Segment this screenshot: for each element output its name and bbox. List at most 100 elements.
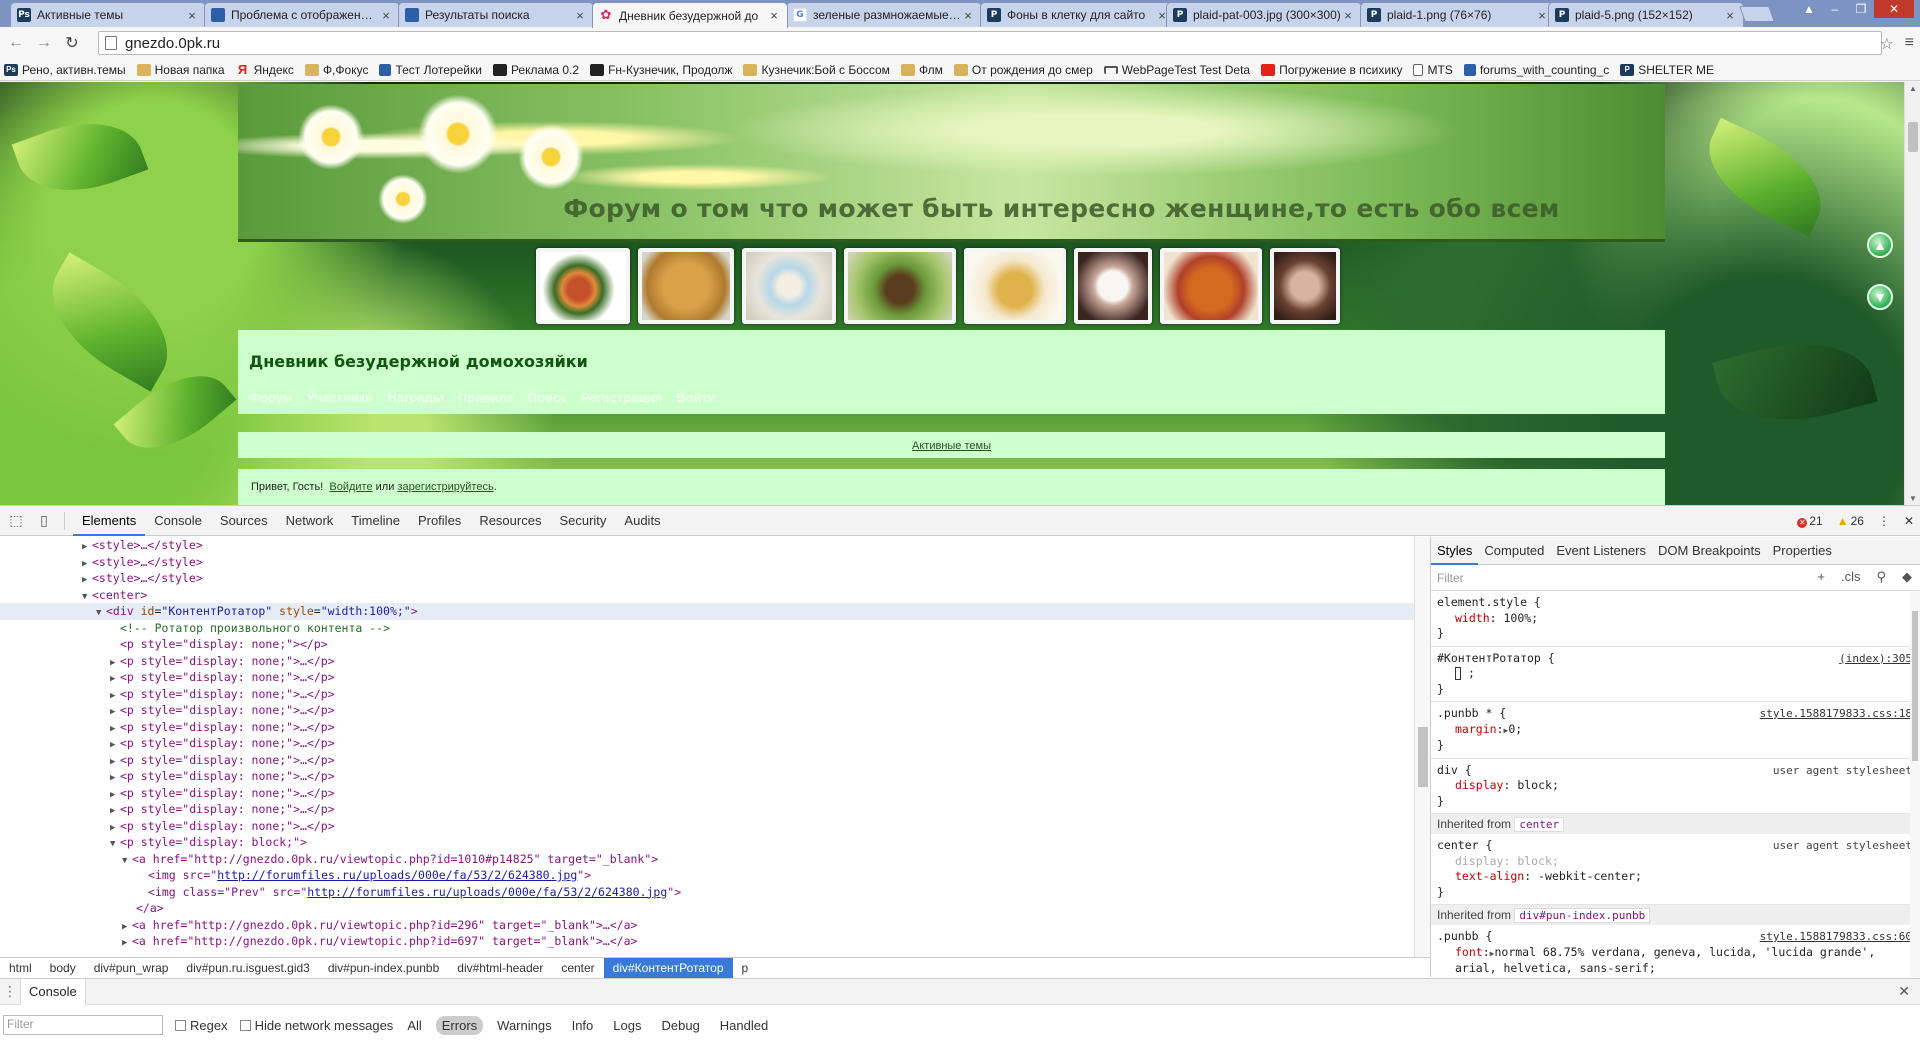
nav-members[interactable]: Участники: [306, 390, 373, 405]
tab-audits[interactable]: Audits: [615, 506, 669, 536]
window-close-icon[interactable]: ✕: [1874, 0, 1914, 18]
tab-plaid-backgrounds[interactable]: P Фоны в клетку для сайто ×: [980, 2, 1176, 27]
crumb-html[interactable]: html: [0, 958, 41, 978]
food-thumbnail[interactable]: [1270, 248, 1340, 324]
tab-computed[interactable]: Computed: [1478, 537, 1550, 565]
bookmark-grasshopper[interactable]: Fн-Кузнечик, Продолж: [590, 63, 732, 77]
dom-node[interactable]: ▶ <p style="display: none;">…</p>: [0, 785, 1430, 802]
bookmark-psyche[interactable]: Погружение в психику: [1261, 63, 1402, 77]
rule-punbb[interactable]: style.1588179833.css:60 .punbb { font:▶n…: [1431, 925, 1920, 977]
food-thumbnail[interactable]: [742, 248, 836, 324]
dom-node[interactable]: ▶ <p style="display: none;">…</p>: [0, 818, 1430, 835]
dom-node[interactable]: ▶ <a href="http://gnezdo.0pk.ru/viewtopic…: [0, 933, 1430, 950]
level-all[interactable]: All: [401, 1016, 427, 1035]
crumb-pun-index[interactable]: div#pun-index.punbb: [319, 958, 448, 978]
scroll-up-arrow-icon[interactable]: ▲: [1867, 232, 1893, 258]
active-topics-link[interactable]: Активные темы: [912, 440, 991, 452]
tab-housewife-diary[interactable]: ✿ Дневник безудержной до ×: [592, 2, 788, 28]
styles-scrollbar[interactable]: [1910, 591, 1920, 977]
food-thumbnail[interactable]: [1160, 248, 1262, 324]
dom-node[interactable]: ▶ <p style="display: none;">…</p>: [0, 719, 1430, 736]
dom-node[interactable]: ▼ <a href="http://gnezdo.0pk.ru/viewtopic…: [0, 851, 1430, 868]
crumb-p[interactable]: p: [733, 958, 758, 978]
tab-console[interactable]: Console: [145, 506, 211, 536]
css-property[interactable]: font:▶normal 68.75% verdana, geneva, luc…: [1437, 945, 1912, 977]
reload-icon[interactable]: ↻: [60, 31, 84, 55]
drawer-tab-console[interactable]: Console: [20, 978, 86, 1005]
pin-icon[interactable]: ⚲: [1876, 569, 1886, 585]
crumb-pun-wrap[interactable]: div#pun_wrap: [85, 958, 178, 978]
register-link[interactable]: зарегистрируйтесь: [397, 481, 493, 493]
tab-styles[interactable]: Styles: [1431, 537, 1479, 565]
drawer-menu-icon[interactable]: ⋮: [0, 983, 20, 1000]
devtools-close-icon[interactable]: ✕: [1904, 514, 1914, 528]
tab-google-search[interactable]: G зеленые размножаемые ф ×: [786, 2, 982, 27]
inspect-element-icon[interactable]: ⬚: [4, 509, 28, 533]
cls-toggle[interactable]: .cls: [1841, 569, 1861, 585]
crumb-body[interactable]: body: [41, 958, 85, 978]
close-icon[interactable]: ×: [961, 8, 975, 23]
food-thumbnail[interactable]: [638, 248, 734, 324]
close-icon[interactable]: ×: [1535, 8, 1549, 23]
dom-node[interactable]: ▶ <a href="http://gnezdo.0pk.ru/viewtopic…: [0, 917, 1430, 934]
bookmark-mts[interactable]: MTS: [1413, 63, 1453, 77]
bookmark-webpagetest[interactable]: WebPageTest Test Deta: [1103, 63, 1250, 77]
minimize-icon[interactable]: –: [1822, 0, 1848, 18]
level-warnings[interactable]: Warnings: [491, 1016, 557, 1035]
inherited-node-chip[interactable]: div#pun-index.punbb: [1514, 908, 1651, 923]
tab-plaid-5[interactable]: P plaid-5.png (152×152) ×: [1548, 2, 1744, 27]
bookmark-shelter-me[interactable]: P SHELTER ME: [1620, 63, 1714, 77]
food-thumbnail[interactable]: [964, 248, 1066, 324]
user-icon[interactable]: ▲: [1796, 0, 1822, 18]
drawer-close-icon[interactable]: ✕: [1898, 983, 1910, 1000]
device-mode-icon[interactable]: ▯: [32, 509, 56, 533]
checkbox-box[interactable]: [175, 1019, 186, 1031]
error-count[interactable]: ✕ 21: [1797, 514, 1823, 528]
tab-timeline[interactable]: Timeline: [342, 506, 409, 536]
tab-search-results[interactable]: Результаты поиска ×: [398, 2, 594, 27]
nav-forum[interactable]: Форум: [249, 390, 292, 405]
tab-sources[interactable]: Sources: [211, 506, 277, 536]
nav-register[interactable]: Регистрация: [581, 390, 662, 405]
tab-profiles[interactable]: Profiles: [409, 506, 470, 536]
add-rule-icon[interactable]: +: [1817, 569, 1825, 585]
food-thumbnail[interactable]: [536, 248, 630, 324]
bookmark-lottery-test[interactable]: Тест Лотерейки: [379, 63, 482, 77]
close-icon[interactable]: ×: [767, 8, 781, 23]
dom-node[interactable]: ▶ <p style="display: none;">…</p>: [0, 735, 1430, 752]
styles-filter-input[interactable]: Filter + .cls ⚲ ◆: [1431, 565, 1920, 591]
dom-node[interactable]: ▶ <p style="display: none;">…</p>: [0, 768, 1430, 785]
rule-div[interactable]: user agent stylesheet div { display: blo…: [1431, 759, 1920, 814]
level-errors[interactable]: Errors: [435, 1015, 484, 1035]
page-info-icon[interactable]: [105, 36, 117, 50]
rule-element-style[interactable]: element.style { width: 100%; }: [1431, 591, 1920, 647]
dom-node[interactable]: ▶ <p style="display: none;">…</p>: [0, 702, 1430, 719]
dom-node[interactable]: ▶ <p style="display: none;">…</p>: [0, 801, 1430, 818]
kebab-menu-icon[interactable]: ⋮: [1878, 514, 1890, 528]
console-filter-input[interactable]: Filter: [3, 1015, 163, 1035]
bookmark-star-icon[interactable]: ☆: [1880, 34, 1894, 54]
rule-source-link[interactable]: style.1588179833.css:18: [1760, 706, 1912, 722]
resource-link[interactable]: http://forumfiles.ru/uploads/000e/fa/53/…: [307, 885, 667, 899]
tab-event-listeners[interactable]: Event Listeners: [1550, 537, 1652, 565]
tab-active-topics[interactable]: Ps Активные темы ×: [10, 2, 206, 27]
expand-icon[interactable]: ▶: [122, 935, 132, 952]
maximize-icon[interactable]: ❐: [1848, 0, 1874, 18]
bookmark-boss-fight[interactable]: Кузнечик:Бой с Боссом: [743, 63, 890, 77]
hide-network-checkbox[interactable]: Hide network messages: [239, 1018, 393, 1033]
dom-node[interactable]: ▶ <p style="display: none;">…</p>: [0, 653, 1430, 670]
close-icon[interactable]: ×: [185, 8, 199, 23]
dom-node[interactable]: ▼ <p style="display: block;">: [0, 834, 1430, 851]
bookmark-fokus[interactable]: Ф,Фокус: [304, 63, 368, 77]
tab-plaid-1[interactable]: P plaid-1.png (76×76) ×: [1360, 2, 1556, 27]
nav-awards[interactable]: Награды: [387, 390, 444, 405]
scroll-down-icon[interactable]: ▼: [1905, 494, 1920, 503]
checkbox-box[interactable]: [239, 1019, 251, 1031]
bookmark-ads[interactable]: Реклама 0.2: [492, 63, 579, 77]
dom-node[interactable]: ▶ <style>…</style>: [0, 554, 1430, 571]
level-info[interactable]: Info: [566, 1016, 600, 1035]
scrollbar-thumb[interactable]: [1912, 611, 1918, 761]
dom-node[interactable]: ▶ <p style="display: none;">…</p>: [0, 752, 1430, 769]
dom-node[interactable]: <img src="http://forumfiles.ru/uploads/0…: [0, 867, 1430, 884]
tab-dom-breakpoints[interactable]: DOM Breakpoints: [1652, 537, 1767, 565]
